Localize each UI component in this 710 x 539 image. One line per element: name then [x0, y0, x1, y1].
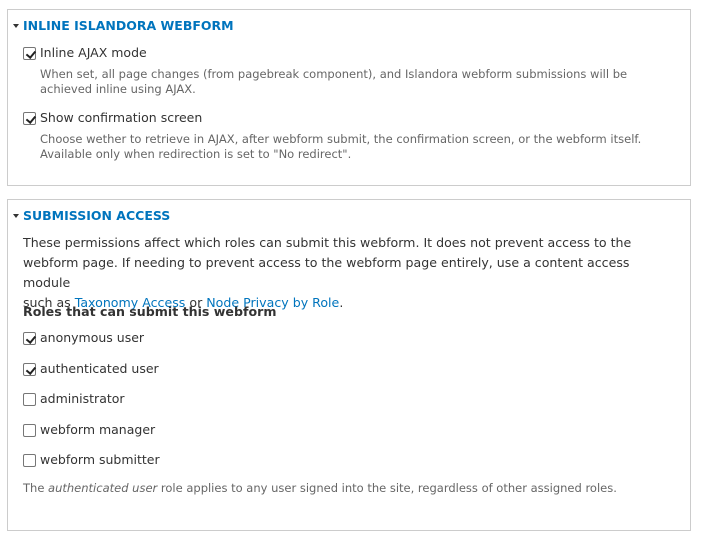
role-administrator-label[interactable]: administrator [40, 391, 125, 406]
inline-ajax-mode-label[interactable]: Inline AJAX mode [40, 45, 147, 60]
collapse-triangle-icon[interactable] [13, 214, 19, 218]
role-authenticated-user-label[interactable]: authenticated user [40, 361, 159, 376]
intro-line: webform page. If needing to prevent acce… [23, 255, 630, 290]
show-confirmation-screen-checkbox[interactable] [23, 112, 36, 125]
role-anonymous-user-label[interactable]: anonymous user [40, 330, 144, 345]
role-webform-manager-checkbox[interactable] [23, 424, 36, 437]
submission-access-fieldset: SUBMISSION ACCESS These permissions affe… [7, 199, 691, 531]
role-authenticated-user-checkbox[interactable] [23, 363, 36, 376]
submission-access-intro: These permissions affect which roles can… [23, 233, 673, 313]
inline-islandora-webform-legend-label: INLINE ISLANDORA WEBFORM [23, 18, 234, 33]
roles-heading: Roles that can submit this webform [23, 304, 277, 319]
inline-ajax-mode-checkbox[interactable] [23, 47, 36, 60]
submission-access-legend[interactable]: SUBMISSION ACCESS [13, 208, 170, 223]
collapse-triangle-icon[interactable] [13, 24, 19, 28]
role-administrator-checkbox[interactable] [23, 393, 36, 406]
note-emphasis: authenticated user [48, 481, 158, 495]
submission-access-legend-label: SUBMISSION ACCESS [23, 208, 171, 223]
inline-ajax-mode-description: When set, all page changes (from pagebre… [40, 67, 680, 97]
intro-text: . [339, 295, 344, 310]
note-text: role applies to any user signed into the… [157, 481, 617, 495]
intro-line: These permissions affect which roles can… [23, 235, 632, 250]
authenticated-user-note: The authenticated user role applies to a… [23, 481, 673, 495]
show-confirmation-screen-description: Choose wether to retrieve in AJAX, after… [40, 132, 680, 162]
role-anonymous-user-checkbox[interactable] [23, 332, 36, 345]
show-confirmation-screen-label[interactable]: Show confirmation screen [40, 110, 202, 125]
note-text: The [23, 481, 49, 495]
description-line: When set, all page changes (from pagebre… [40, 67, 628, 81]
description-line: Available only when redirection is set t… [40, 147, 352, 161]
role-webform-submitter-label[interactable]: webform submitter [40, 452, 160, 467]
description-line: Choose wether to retrieve in AJAX, after… [40, 132, 642, 146]
description-line: achieved inline using AJAX. [40, 82, 196, 96]
role-webform-manager-label[interactable]: webform manager [40, 422, 155, 437]
inline-islandora-webform-fieldset: INLINE ISLANDORA WEBFORM Inline AJAX mod… [7, 9, 691, 186]
inline-islandora-webform-legend[interactable]: INLINE ISLANDORA WEBFORM [13, 18, 234, 33]
role-webform-submitter-checkbox[interactable] [23, 454, 36, 467]
